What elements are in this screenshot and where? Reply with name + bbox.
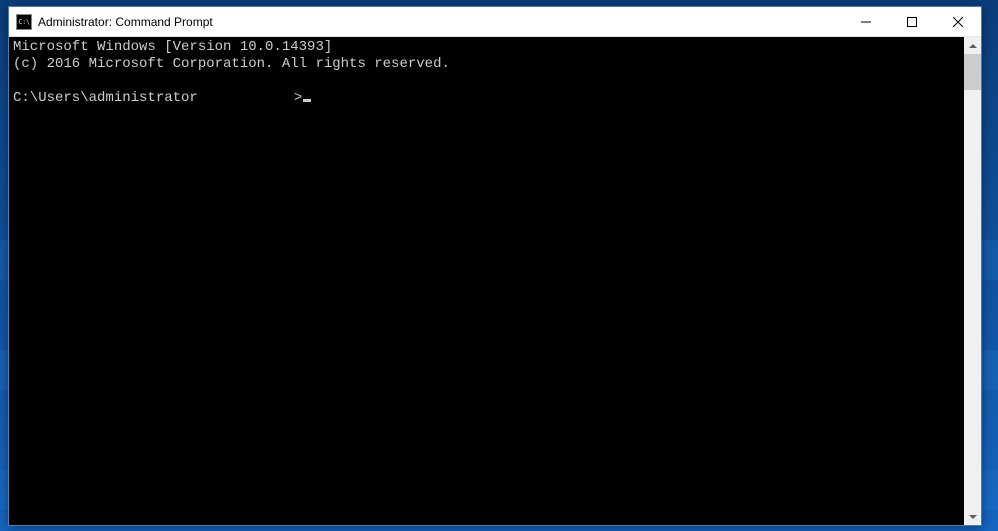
minimize-icon xyxy=(861,17,871,27)
scroll-up-button[interactable] xyxy=(964,37,981,54)
prompt-path: C:\Users\administrator xyxy=(13,90,198,106)
terminal-prompt-line: C:\Users\administrator > xyxy=(13,90,960,107)
maximize-button[interactable] xyxy=(889,7,935,36)
window-title: Administrator: Command Prompt xyxy=(38,15,843,29)
scroll-down-button[interactable] xyxy=(964,508,981,525)
terminal-line xyxy=(13,73,960,90)
cursor xyxy=(303,99,311,102)
titlebar[interactable]: C:\ Administrator: Command Prompt xyxy=(9,7,981,37)
chevron-up-icon xyxy=(969,42,977,50)
chevron-down-icon xyxy=(969,513,977,521)
scrollbar-thumb[interactable] xyxy=(964,54,981,90)
scrollbar-track[interactable] xyxy=(964,54,981,508)
terminal-output[interactable]: Microsoft Windows [Version 10.0.14393](c… xyxy=(9,37,964,525)
client-area: Microsoft Windows [Version 10.0.14393](c… xyxy=(9,37,981,525)
maximize-icon xyxy=(907,17,917,27)
cmd-icon: C:\ xyxy=(16,14,32,30)
window-controls xyxy=(843,7,981,36)
terminal-line: (c) 2016 Microsoft Corporation. All righ… xyxy=(13,56,960,73)
terminal-line: Microsoft Windows [Version 10.0.14393] xyxy=(13,39,960,56)
close-icon xyxy=(953,17,963,27)
command-prompt-window: C:\ Administrator: Command Prompt Micros… xyxy=(8,6,982,526)
prompt-char: > xyxy=(294,90,302,106)
close-button[interactable] xyxy=(935,7,981,36)
minimize-button[interactable] xyxy=(843,7,889,36)
vertical-scrollbar[interactable] xyxy=(964,37,981,525)
